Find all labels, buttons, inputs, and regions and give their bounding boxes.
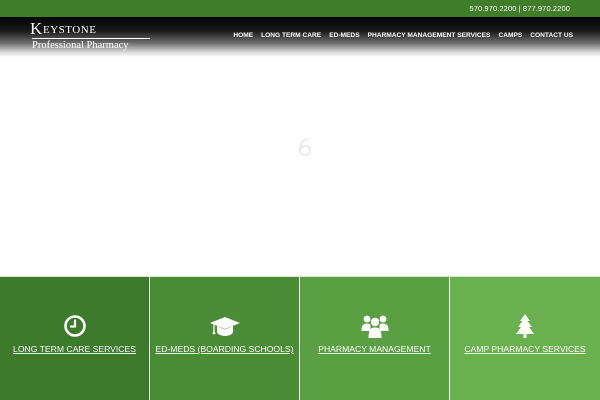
logo[interactable]: K EYSTONE Professional Pharmacy — [30, 20, 152, 52]
nav-ed-meds[interactable]: ED-MEDS — [329, 32, 359, 39]
tile-label-pharmacy-management[interactable]: PHARMACY MANAGEMENT — [300, 344, 449, 354]
tile-long-term-care[interactable]: LONG TERM CARE SERVICES — [0, 276, 149, 400]
logo-initial: K — [30, 19, 43, 38]
nav-home[interactable]: HOME — [233, 32, 253, 39]
graduation-cap-icon — [209, 317, 240, 336]
tile-label-long-term-care[interactable]: LONG TERM CARE SERVICES — [0, 344, 149, 354]
logo-name: EYSTONE — [43, 24, 97, 36]
group-icon — [361, 315, 388, 338]
nav-contact-us[interactable]: CONTACT US — [530, 32, 573, 39]
tile-label-ed-meds[interactable]: ED-MEDS (BOARDING SCHOOLS) — [150, 344, 299, 354]
main-nav: HOME LONG TERM CARE ED-MEDS PHARMACY MAN… — [225, 32, 573, 39]
tile-pharmacy-management[interactable]: PHARMACY MANAGEMENT — [300, 276, 449, 400]
nav-long-term-care[interactable]: LONG TERM CARE — [261, 32, 321, 39]
site-header: K EYSTONE Professional Pharmacy HOME LON… — [0, 17, 600, 57]
pine-tree-icon — [516, 314, 534, 338]
logo-rule — [32, 38, 150, 39]
loading-spinner-icon — [298, 137, 312, 157]
top-bar: 570.970.2200 | 877.970.2200 — [0, 0, 600, 17]
service-tiles: LONG TERM CARE SERVICES ED-MEDS (BOARDIN… — [0, 276, 600, 400]
phone-numbers[interactable]: 570.970.2200 | 877.970.2200 — [469, 4, 570, 13]
clock-icon — [63, 315, 86, 337]
tile-ed-meds[interactable]: ED-MEDS (BOARDING SCHOOLS) — [150, 276, 299, 400]
tile-camp-pharmacy[interactable]: CAMP PHARMACY SERVICES — [450, 276, 600, 400]
tile-label-camp-pharmacy[interactable]: CAMP PHARMACY SERVICES — [450, 344, 600, 354]
nav-pharmacy-management-services[interactable]: PHARMACY MANAGEMENT SERVICES — [368, 32, 491, 39]
nav-camps[interactable]: CAMPS — [498, 32, 522, 39]
logo-subtitle: Professional Pharmacy — [32, 40, 129, 51]
